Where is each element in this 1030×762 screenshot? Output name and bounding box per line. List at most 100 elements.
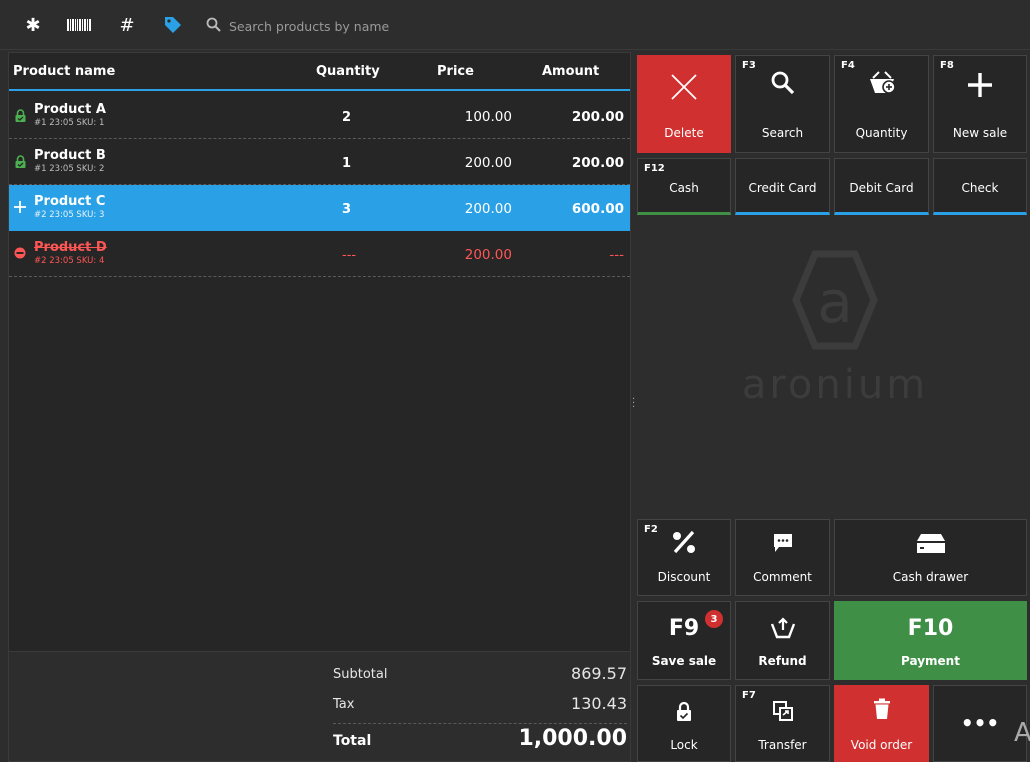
debit-card-label: Debit Card (849, 181, 914, 195)
asterisk-icon[interactable]: ✱ (22, 14, 44, 36)
tax-value: 130.43 (571, 694, 627, 713)
basket-add-icon (835, 70, 928, 96)
magnifier-icon (736, 70, 829, 96)
remove-icon (13, 246, 27, 260)
product-amount: 200.00 (571, 109, 624, 125)
plus-icon (13, 200, 27, 214)
lock-icon (13, 108, 27, 122)
barcode-icon[interactable] (66, 14, 92, 36)
search-input[interactable] (229, 18, 529, 34)
refund-button[interactable]: Refund (735, 601, 830, 680)
delete-button[interactable]: Delete (637, 55, 731, 153)
more-icon: ••• (960, 711, 1000, 735)
refund-label: Refund (758, 654, 807, 668)
header-price[interactable]: Price (437, 64, 474, 79)
cash-button[interactable]: F12 Cash (637, 158, 731, 215)
search-box[interactable] (206, 14, 529, 38)
cash-fkey: F12 (644, 163, 665, 174)
logo-text: aronium (741, 362, 929, 408)
save-sale-count-badge: 3 (705, 610, 723, 628)
product-price: 200.00 (464, 247, 512, 263)
table-row[interactable]: Product A #1 23:05 SKU: 1 2 100.00 200.0… (9, 93, 630, 139)
product-meta: #2 23:05 SKU: 3 (34, 210, 105, 220)
hash-glyph: # (119, 14, 135, 36)
header-quantity[interactable]: Quantity (316, 64, 380, 79)
lock-icon (638, 701, 730, 721)
subtotal-value: 869.57 (571, 664, 627, 683)
product-price: 100.00 (464, 109, 512, 125)
product-name: Product C (34, 194, 106, 209)
transfer-fkey: F7 (742, 690, 756, 701)
table-row-selected[interactable]: Product C #2 23:05 SKU: 3 3 200.00 600.0… (9, 185, 630, 231)
search-label: Search (761, 126, 804, 140)
comment-label: Comment (753, 570, 812, 584)
transfer-label: Transfer (758, 738, 807, 752)
comment-icon (736, 532, 829, 554)
search-button[interactable]: F3 Search (735, 55, 830, 153)
product-amount: 200.00 (571, 155, 624, 171)
quantity-button[interactable]: F4 Quantity (834, 55, 929, 153)
transfer-button[interactable]: F7 Transfer (735, 685, 830, 762)
tax-label: Tax (333, 697, 355, 712)
product-amount: 600.00 (571, 201, 624, 217)
hash-icon[interactable]: # (116, 14, 138, 36)
product-amount: --- (609, 247, 624, 263)
close-icon (638, 72, 730, 102)
check-button[interactable]: Check (933, 158, 1027, 215)
aronium-logo: a aronium (720, 240, 950, 420)
cash-drawer-icon (835, 532, 1026, 554)
credit-card-label: Credit Card (748, 181, 817, 195)
panel-resize-handle[interactable]: · · · (632, 395, 636, 413)
void-order-button[interactable]: Void order (834, 685, 929, 762)
asterisk-glyph: ✱ (25, 14, 41, 36)
header-amount[interactable]: Amount (542, 64, 599, 79)
debit-card-button[interactable]: Debit Card (834, 158, 929, 215)
quantity-label: Quantity (855, 126, 908, 140)
product-name: Product D (34, 240, 107, 255)
plus-icon (934, 72, 1026, 98)
save-sale-label: Save sale (651, 654, 717, 668)
table-row-voided[interactable]: Product D #2 23:05 SKU: 4 --- 200.00 --- (9, 231, 630, 277)
new-sale-label: New sale (952, 126, 1008, 140)
delete-label: Delete (664, 126, 704, 140)
cash-drawer-button[interactable]: Cash drawer (834, 519, 1027, 596)
svg-text:a: a (817, 268, 853, 336)
total-line: Total 1,000.00 (333, 726, 627, 758)
lock-label: Lock (670, 738, 698, 752)
lock-button[interactable]: Lock (637, 685, 731, 762)
product-name: Product B (34, 148, 106, 163)
table-header: Product name Quantity Price Amount (9, 53, 630, 91)
check-label: Check (961, 181, 999, 195)
comment-button[interactable]: Comment (735, 519, 830, 596)
header-product-name[interactable]: Product name (13, 64, 115, 79)
new-sale-button[interactable]: F8 New sale (933, 55, 1027, 153)
percent-icon (638, 530, 730, 554)
product-name: Product A (34, 102, 106, 117)
discount-button[interactable]: F2 Discount (637, 519, 731, 596)
cash-drawer-label: Cash drawer (892, 570, 969, 584)
save-sale-button[interactable]: F9 3 Save sale (637, 601, 731, 680)
credit-card-button[interactable]: Credit Card (735, 158, 830, 215)
discount-label: Discount (657, 570, 711, 584)
order-panel: Product name Quantity Price Amount Produ… (8, 52, 631, 762)
product-quantity: 3 (342, 202, 352, 217)
refund-icon (736, 616, 829, 640)
tag-icon[interactable] (162, 14, 184, 36)
trash-icon (835, 698, 928, 720)
more-button[interactable]: ••• (933, 685, 1027, 762)
new-sale-fkey: F8 (940, 60, 954, 71)
product-quantity: --- (342, 248, 357, 263)
table-row[interactable]: Product B #1 23:05 SKU: 2 1 200.00 200.0… (9, 139, 630, 185)
product-meta: #1 23:05 SKU: 1 (34, 118, 105, 128)
payment-button[interactable]: F10 Payment (834, 601, 1027, 680)
product-price: 200.00 (464, 201, 512, 217)
total-label: Total (333, 733, 372, 749)
payment-fkey: F10 (907, 616, 954, 641)
product-meta: #1 23:05 SKU: 2 (34, 164, 105, 174)
product-meta: #2 23:05 SKU: 4 (34, 256, 105, 266)
subtotal-line: Subtotal 869.57 (333, 664, 627, 686)
order-summary: Subtotal 869.57 Tax 130.43 Total 1,000.0… (9, 651, 630, 761)
subtotal-label: Subtotal (333, 667, 388, 682)
payment-label: Payment (901, 654, 960, 668)
search-icon (206, 17, 221, 36)
